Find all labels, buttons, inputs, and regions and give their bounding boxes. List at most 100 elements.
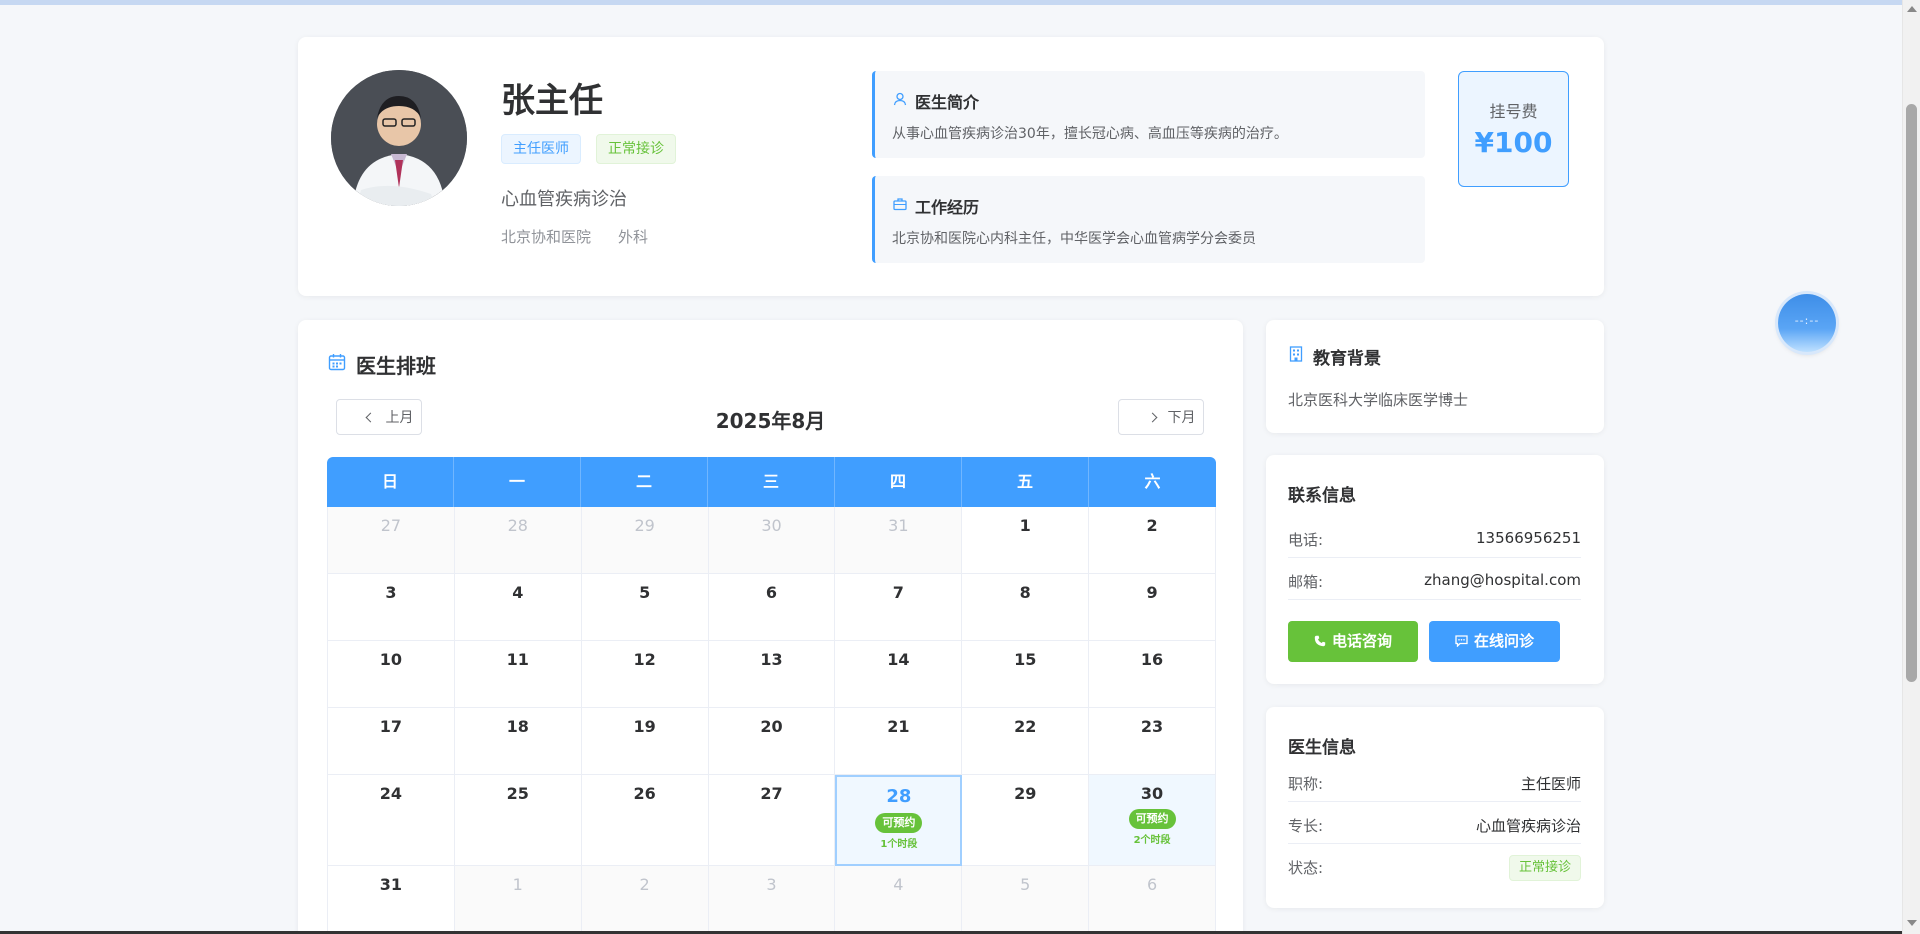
calendar-day: 26	[581, 775, 709, 866]
calendar-day-number: 11	[506, 650, 529, 669]
scrollbar-thumb[interactable]	[1906, 104, 1917, 682]
available-badge: 可预约	[875, 813, 923, 833]
briefcase-icon	[893, 196, 907, 215]
chat-icon	[1455, 622, 1468, 663]
calendar-day-number: 21	[887, 717, 910, 736]
weekday-sun: 日	[327, 457, 454, 507]
floating-widget-text: --:--	[1794, 314, 1820, 327]
page-scrollbar[interactable]	[1902, 0, 1920, 934]
calendar-day-number: 13	[760, 650, 783, 669]
status-badge: 正常接诊	[1508, 855, 1581, 881]
calendar-header: 日 一 二 三 四 五 六	[327, 457, 1216, 507]
title-tag: 主任医师	[501, 134, 581, 164]
calendar-day-number: 4	[893, 875, 904, 894]
calendar-day: 2	[1089, 507, 1216, 574]
education-title: 教育背景	[1313, 349, 1381, 369]
scroll-up-icon[interactable]	[1907, 6, 1917, 12]
calendar-day: 2	[581, 866, 709, 934]
calendar-day: 31	[328, 866, 455, 934]
fee-label: 挂号费	[1489, 102, 1538, 121]
weekday-sat: 六	[1144, 472, 1161, 491]
next-month-button[interactable]: 下月	[1118, 399, 1204, 435]
calendar-grid: 27 28 29 30 31 1 2 3 4 5 6 7 8 9 10 11 12 13 14 15 16 17 18 19 2…	[327, 507, 1216, 934]
contact-title: 联系信息	[1288, 486, 1356, 506]
calendar-day-available[interactable]: 28 可预约 1个时段	[835, 775, 963, 866]
email-value: zhang@hospital.com	[1424, 571, 1581, 589]
calendar-day: 27	[328, 507, 455, 574]
calendar-icon	[328, 353, 346, 375]
email-label: 邮箱:	[1288, 573, 1324, 591]
calendar-day: 10	[328, 641, 455, 708]
floating-widget-button[interactable]: --:--	[1778, 294, 1836, 352]
building-icon	[1289, 346, 1303, 366]
calendar-day-number: 2	[1146, 516, 1158, 535]
calendar-day-number: 26	[633, 784, 656, 803]
status-tag: 正常接诊	[596, 134, 676, 164]
calendar-day-number: 10	[379, 650, 403, 669]
calendar-day: 15	[962, 641, 1090, 708]
calendar-day: 21	[835, 708, 963, 775]
fee-value: ¥100	[1474, 126, 1553, 159]
calendar-day: 4	[454, 574, 582, 641]
specialty-label: 专长:	[1288, 817, 1324, 835]
calendar-day-available[interactable]: 30 可预约 2个时段	[1089, 775, 1216, 866]
calendar-day: 8	[962, 574, 1090, 641]
calendar-day: 4	[835, 866, 963, 934]
doctor-info-title: 医生信息	[1288, 738, 1356, 758]
calendar: 日 一 二 三 四 五 六 27 28 29 30 31 1 2 3 4 5 6 7 8 9 10 11 12 1…	[327, 457, 1216, 934]
calendar-day: 6	[1089, 866, 1216, 934]
calendar-day-number: 18	[506, 717, 529, 736]
calendar-day-number: 23	[1140, 717, 1164, 736]
calendar-day: 27	[708, 775, 836, 866]
experience-box: 工作经历 北京协和医院心内科主任，中华医学会心血管病学分会委员	[872, 176, 1425, 263]
specialty-value: 心血管疾病诊治	[1475, 817, 1581, 835]
doctor-name: 张主任	[501, 81, 603, 121]
calendar-day-number: 14	[887, 650, 910, 669]
calendar-day-number: 8	[1019, 583, 1031, 602]
education-text: 北京医科大学临床医学博士	[1288, 391, 1469, 409]
calendar-day: 29	[962, 775, 1090, 866]
calendar-day-number: 5	[639, 583, 651, 602]
calendar-day-number: 16	[1140, 650, 1164, 669]
current-month: 2025年8月	[715, 409, 826, 433]
available-badge: 可预约	[1128, 809, 1176, 829]
status-row: 状态: 正常接诊	[1288, 849, 1581, 886]
calendar-day-number: 28	[886, 786, 912, 807]
calendar-day: 14	[835, 641, 963, 708]
online-consult-label: 在线问诊	[1473, 633, 1534, 650]
calendar-day: 1	[962, 507, 1090, 574]
rank-row: 职称: 主任医师	[1288, 765, 1581, 802]
calendar-day: 17	[328, 708, 455, 775]
weekday-tue: 二	[581, 457, 708, 507]
user-icon	[893, 91, 907, 110]
next-month-label: 下月	[1167, 409, 1196, 425]
online-consult-button[interactable]: 在线问诊	[1429, 621, 1560, 662]
calendar-day-number: 28	[507, 516, 528, 535]
calendar-day: 5	[962, 866, 1090, 934]
calendar-day: 3	[708, 866, 836, 934]
weekday-wed: 三	[708, 457, 835, 507]
contact-card: 联系信息 电话: 13566956251 邮箱: zhang@hospital.…	[1266, 455, 1604, 684]
status-label: 状态:	[1288, 859, 1324, 877]
doctor-specialty: 心血管疾病诊治	[501, 189, 627, 210]
scroll-down-icon[interactable]	[1907, 920, 1917, 926]
intro-text: 从事心血管疾病诊治30年，擅长冠心病、高血压等疾病的治疗。	[892, 126, 1288, 142]
calendar-day: 25	[454, 775, 582, 866]
calendar-day: 9	[1089, 574, 1216, 641]
calendar-day-number: 27	[760, 784, 783, 803]
phone-icon	[1314, 622, 1326, 663]
calendar-day-number: 4	[512, 583, 524, 602]
calendar-day-number: 1	[1019, 516, 1031, 535]
weekday-mon: 一	[454, 457, 581, 507]
calendar-day: 1	[454, 866, 582, 934]
intro-box: 医生简介 从事心血管疾病诊治30年，擅长冠心病、高血压等疾病的治疗。	[872, 71, 1425, 158]
calendar-day-number: 31	[379, 875, 403, 894]
registration-fee-box: 挂号费 ¥100	[1458, 71, 1569, 187]
calendar-day: 3	[328, 574, 455, 641]
schedule-card: 医生排班 上月 2025年8月 下月 日 一 二 三 四 五 六 27 28 29 3…	[298, 320, 1243, 934]
doctor-profile-card: 张主任 主任医师 正常接诊 心血管疾病诊治 北京协和医院 外科 医生简介 从事心…	[298, 37, 1604, 296]
calendar-day-number: 3	[385, 583, 397, 602]
chevron-right-icon	[1147, 412, 1157, 423]
calendar-day: 23	[1089, 708, 1216, 775]
phone-consult-button[interactable]: 电话咨询	[1288, 621, 1418, 662]
